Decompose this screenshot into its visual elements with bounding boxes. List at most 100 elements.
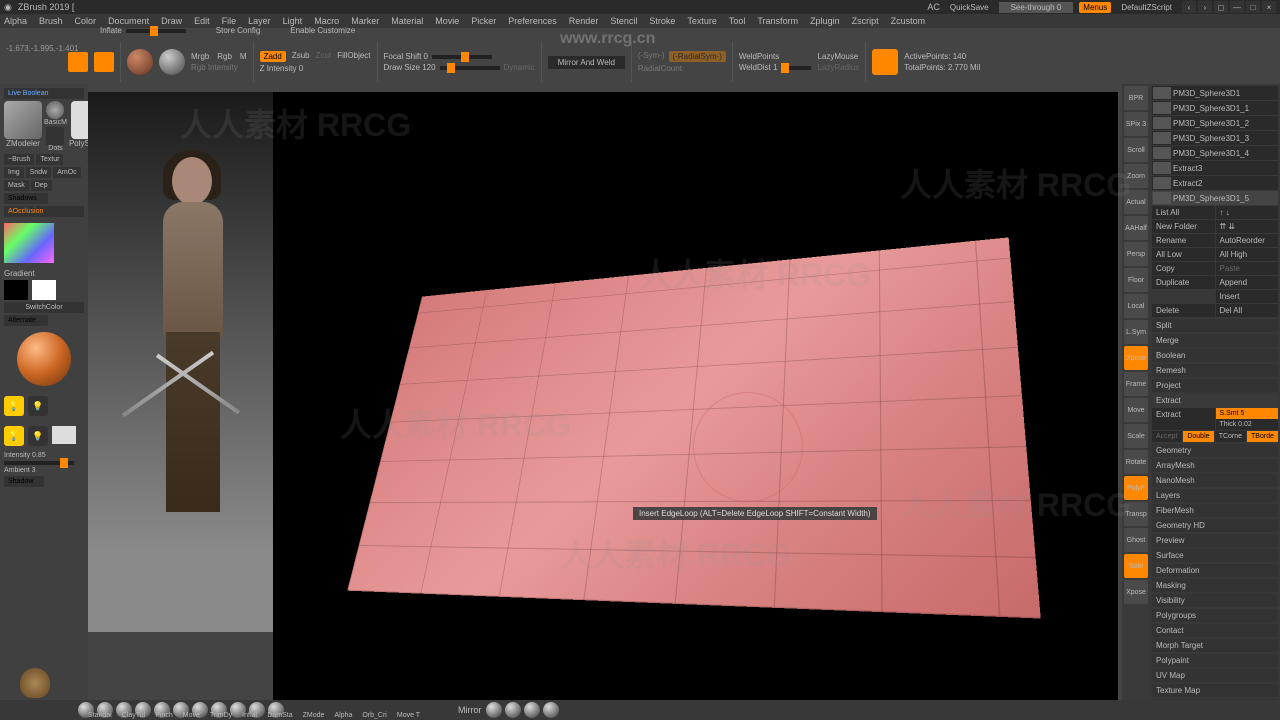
intensity-slider[interactable] <box>4 461 74 465</box>
menu-file[interactable]: File <box>222 16 237 26</box>
mask-btn[interactable]: Mask <box>4 180 29 191</box>
alllow-button[interactable]: All Low <box>1152 248 1215 261</box>
menu-draw[interactable]: Draw <box>161 16 182 26</box>
menu-texture[interactable]: Texture <box>687 16 717 26</box>
window-btn-2[interactable]: › <box>1198 1 1212 13</box>
img-btn[interactable]: Img <box>4 167 24 178</box>
mirrorweld-button[interactable]: Mirror And Weld <box>548 56 625 69</box>
menu-movie[interactable]: Movie <box>435 16 459 26</box>
bpr-button[interactable]: BPR <box>1124 86 1148 110</box>
material-preview-icon[interactable] <box>127 49 153 75</box>
aocclusion-button[interactable]: AOcclusion <box>4 206 84 217</box>
surface-section[interactable]: Surface <box>1152 549 1278 562</box>
extract-button[interactable]: Extract <box>1152 408 1215 430</box>
arrows[interactable]: ↑ ↓ <box>1216 206 1279 219</box>
menu-alpha[interactable]: Alpha <box>4 16 27 26</box>
swatch-white[interactable] <box>32 280 56 300</box>
local-button[interactable]: Local <box>1124 294 1148 318</box>
radialcount-label[interactable]: RadialCount <box>638 64 726 73</box>
menu-edit[interactable]: Edit <box>194 16 210 26</box>
gizmo-icon[interactable] <box>68 52 88 72</box>
light1-button[interactable]: 💡 <box>4 396 24 416</box>
transp-button[interactable]: Transp <box>1124 502 1148 526</box>
menu-marker[interactable]: Marker <box>351 16 379 26</box>
mrgb-button[interactable]: Mrgb <box>191 52 209 61</box>
paste-button[interactable]: Paste <box>1216 262 1279 275</box>
mat-toyplastic[interactable] <box>524 702 540 718</box>
focalshift-label[interactable]: Focal Shift 0 <box>384 52 428 61</box>
sym-button[interactable]: (-Sym-) <box>638 51 665 62</box>
m-button[interactable]: M <box>240 52 247 61</box>
zoom-button[interactable]: Zoom <box>1124 164 1148 188</box>
restore-icon[interactable]: ◻ <box>1214 1 1228 13</box>
insert-button[interactable]: Insert <box>1216 290 1279 303</box>
accept-button[interactable]: Accept <box>1152 431 1182 442</box>
defaultzscript-button[interactable]: DefaultZScript <box>1117 2 1176 13</box>
seethrough-slider[interactable]: See-through 0 <box>999 2 1074 13</box>
texturemap-section[interactable]: Texture Map <box>1152 684 1278 697</box>
material-ball[interactable] <box>17 332 71 386</box>
mat-basicm[interactable] <box>486 702 502 718</box>
welddist-slider[interactable] <box>781 66 811 70</box>
shadows-button[interactable]: Shadows <box>4 193 48 204</box>
lazymouse-button[interactable]: LazyMouse <box>817 52 859 61</box>
mat-skinshade[interactable] <box>505 702 521 718</box>
light-thumb[interactable] <box>52 426 76 444</box>
welddist-label[interactable]: WeldDist 1 <box>739 63 778 72</box>
deformation-section[interactable]: Deformation <box>1152 564 1278 577</box>
actual-button[interactable]: Actual <box>1124 190 1148 214</box>
rgb-button[interactable]: Rgb <box>217 52 232 61</box>
layers-section[interactable]: Layers <box>1152 489 1278 502</box>
allhigh-button[interactable]: All High <box>1216 248 1279 261</box>
inflate-slider[interactable] <box>126 29 186 33</box>
split-section[interactable]: Split <box>1152 319 1278 332</box>
light4-button[interactable]: 💡 <box>28 426 48 446</box>
persp-button[interactable]: Persp <box>1124 242 1148 266</box>
extract-section[interactable]: Extract <box>1152 394 1278 407</box>
menu-brush[interactable]: Brush <box>39 16 63 26</box>
newfolder-button[interactable]: New Folder <box>1152 220 1215 233</box>
radial-button[interactable]: (-RadialSym-) <box>669 51 726 62</box>
zmodeler-brush-icon[interactable] <box>4 101 42 139</box>
zintensity-label[interactable]: Z Intensity 0 <box>260 64 371 73</box>
menu-document[interactable]: Document <box>108 16 149 26</box>
menu-tool[interactable]: Tool <box>729 16 746 26</box>
menu-color[interactable]: Color <box>75 16 97 26</box>
storeconfig-button[interactable]: Store Config <box>216 26 260 35</box>
geometry-section[interactable]: Geometry <box>1152 444 1278 457</box>
menu-zplugin[interactable]: Zplugin <box>810 16 840 26</box>
basicm-icon[interactable] <box>46 101 64 119</box>
ssmt-input[interactable]: S.Smt 5 <box>1216 408 1279 419</box>
liveboolean-button[interactable]: Live Boolean <box>4 88 84 99</box>
mesh-object[interactable] <box>333 242 993 602</box>
close-icon[interactable]: × <box>1262 1 1276 13</box>
scroll-button[interactable]: Scroll <box>1124 138 1148 162</box>
weldpoints-label[interactable]: WeldPoints <box>739 52 779 61</box>
dots-icon[interactable] <box>46 127 64 145</box>
thick-input[interactable]: Thick 0.02 <box>1216 419 1279 430</box>
delete-button[interactable]: Delete <box>1152 304 1215 317</box>
geometryhd-section[interactable]: Geometry HD <box>1152 519 1278 532</box>
mat-metalc[interactable] <box>543 702 559 718</box>
minimize-icon[interactable]: — <box>1230 1 1244 13</box>
uvmap-section[interactable]: UV Map <box>1152 669 1278 682</box>
duplicate-button[interactable]: Duplicate <box>1152 276 1215 289</box>
enablecustomize-button[interactable]: Enable Customize <box>290 26 355 35</box>
menu-zcustom[interactable]: Zcustom <box>891 16 926 26</box>
lsym-button[interactable]: L.Sym <box>1124 320 1148 344</box>
floor-button[interactable]: Floor <box>1124 268 1148 292</box>
aahalf-button[interactable]: AAHalf <box>1124 216 1148 240</box>
menu-preferences[interactable]: Preferences <box>508 16 557 26</box>
shadow-button[interactable]: Shadow <box>4 476 44 487</box>
project-section[interactable]: Project <box>1152 379 1278 392</box>
brush-tab[interactable]: ~Brush <box>4 154 34 165</box>
scale-button[interactable]: Scale <box>1124 424 1148 448</box>
nanomesh-section[interactable]: NanoMesh <box>1152 474 1278 487</box>
menu-macro[interactable]: Macro <box>314 16 339 26</box>
zcut-button[interactable]: Zcut <box>316 51 332 62</box>
switchcolor-button[interactable]: SwitchColor <box>4 302 84 313</box>
material-preview2-icon[interactable] <box>159 49 185 75</box>
menu-render[interactable]: Render <box>569 16 599 26</box>
tcorne-button[interactable]: TCorne <box>1215 431 1246 442</box>
listall-button[interactable]: List All <box>1152 206 1215 219</box>
